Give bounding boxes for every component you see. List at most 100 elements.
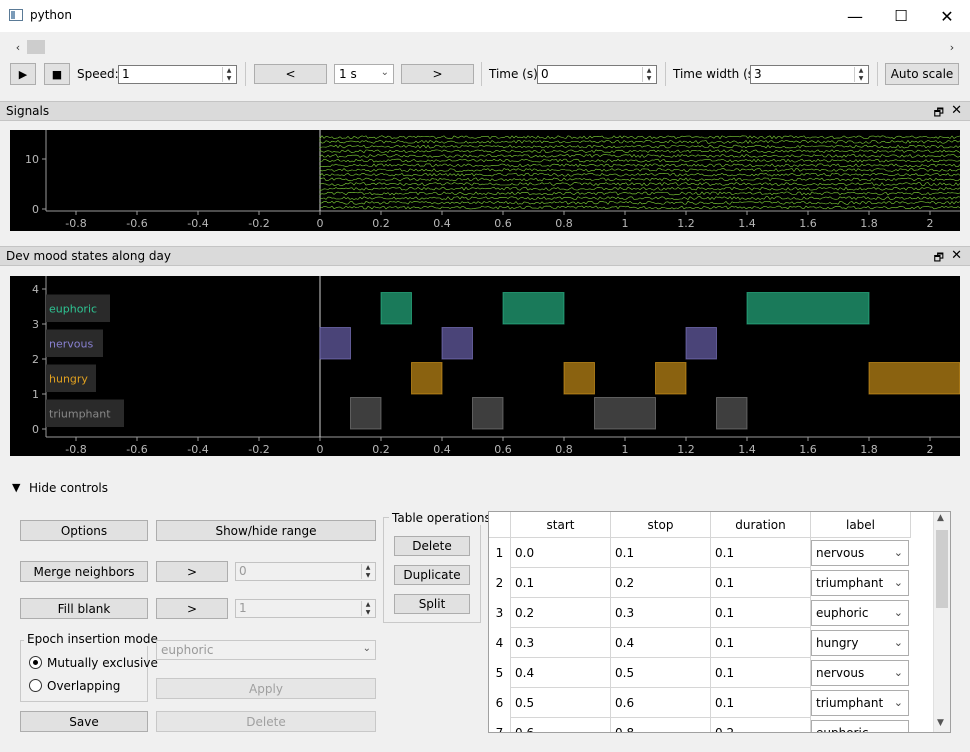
hide-controls-toggle[interactable]: Hide controls: [29, 481, 108, 495]
table-duplicate-button[interactable]: Duplicate: [394, 565, 470, 585]
mutually-exclusive-radio[interactable]: [29, 656, 42, 669]
epoch-bar-nervous[interactable]: [319, 327, 351, 360]
delete-range-button[interactable]: Delete: [156, 711, 376, 732]
row-header[interactable]: 5: [489, 658, 511, 688]
cell-label-select[interactable]: triumphant ⌄: [811, 570, 909, 596]
minimize-button[interactable]: —: [832, 0, 878, 32]
epoch-bar-hungry[interactable]: [563, 362, 595, 395]
cell-start[interactable]: 0.4: [511, 658, 611, 688]
row-header[interactable]: 1: [489, 538, 511, 568]
cell-stop[interactable]: 0.3: [611, 598, 711, 628]
epoch-plot[interactable]: 0 1 2 3 4 -0.8 -0.6 -0.4 -0.2 0 0.2 0.4 0.6 0.8 1 1.2 1.…: [10, 276, 960, 456]
spin-arrows-icon[interactable]: ▲ ▼: [222, 67, 235, 82]
spin-arrows-icon[interactable]: ▲ ▼: [854, 67, 867, 82]
spin-arrows-icon[interactable]: ▲ ▼: [361, 564, 374, 579]
epoch-table[interactable]: start stop duration label 1 0.0 0.1 0.1 nerv…: [488, 511, 951, 733]
row-header[interactable]: 7: [489, 718, 511, 732]
show-hide-range-button[interactable]: Show/hide range: [156, 520, 376, 541]
epoch-bar-nervous[interactable]: [685, 327, 717, 360]
mutually-exclusive-label[interactable]: Mutually exclusive: [47, 656, 158, 670]
cell-duration[interactable]: 0.1: [711, 568, 811, 598]
cell-label-select[interactable]: euphoric ⌄: [811, 720, 909, 732]
table-vertical-scrollbar[interactable]: ▲ ▼: [933, 512, 950, 732]
column-header-duration[interactable]: duration: [711, 512, 811, 538]
cell-label-select[interactable]: triumphant ⌄: [811, 690, 909, 716]
column-header-stop[interactable]: stop: [611, 512, 711, 538]
column-header-label[interactable]: label: [811, 512, 911, 538]
time-scrollbar[interactable]: ‹ ›: [0, 38, 970, 56]
cell-stop[interactable]: 0.8: [611, 718, 711, 732]
cell-stop[interactable]: 0.4: [611, 628, 711, 658]
label-select[interactable]: euphoric ⌄: [156, 640, 376, 660]
column-header-start[interactable]: start: [511, 512, 611, 538]
toggle-arrow-icon[interactable]: ▼: [12, 481, 20, 494]
save-button[interactable]: Save: [20, 711, 148, 732]
fill-apply-button[interactable]: >: [156, 598, 228, 619]
cell-label-select[interactable]: hungry ⌄: [811, 630, 909, 656]
cell-duration[interactable]: 0.2: [711, 718, 811, 732]
epoch-bar-euphoric[interactable]: [746, 292, 870, 325]
epoch-bar-nervous[interactable]: [441, 327, 473, 360]
apply-button[interactable]: Apply: [156, 678, 376, 699]
float-icon[interactable]: 🗗: [934, 104, 944, 123]
row-header[interactable]: 4: [489, 628, 511, 658]
cell-stop[interactable]: 0.1: [611, 538, 711, 568]
cell-duration[interactable]: 0.1: [711, 688, 811, 718]
scroll-down-icon[interactable]: ▼: [937, 718, 944, 728]
auto-scale-button[interactable]: Auto scale: [885, 63, 959, 85]
merge-neighbors-button[interactable]: Merge neighbors: [20, 561, 148, 582]
close-button[interactable]: ✕: [924, 0, 970, 32]
epoch-bar-euphoric[interactable]: [502, 292, 565, 325]
cell-duration[interactable]: 0.1: [711, 598, 811, 628]
scroll-up-icon[interactable]: ▲: [937, 513, 944, 523]
stop-button[interactable]: ■: [44, 63, 70, 85]
options-button[interactable]: Options: [20, 520, 148, 541]
cell-label-select[interactable]: euphoric ⌄: [811, 600, 909, 626]
fill-spinbox[interactable]: 1 ▲ ▼: [235, 599, 376, 618]
cell-stop[interactable]: 0.6: [611, 688, 711, 718]
epoch-bar-triumphant[interactable]: [472, 397, 504, 430]
cell-label-select[interactable]: nervous ⌄: [811, 660, 909, 686]
cell-stop[interactable]: 0.2: [611, 568, 711, 598]
signals-plot[interactable]: 0 10 -0.8 -0.6 -0.4 -0.2 0 0.2 0.4 0.6 0.8 1 1.2 1.4 1…: [10, 130, 960, 231]
scrollbar-thumb[interactable]: [27, 40, 45, 54]
cell-duration[interactable]: 0.1: [711, 628, 811, 658]
step-back-button[interactable]: <: [254, 64, 327, 84]
cell-start[interactable]: 0.0: [511, 538, 611, 568]
row-header[interactable]: 6: [489, 688, 511, 718]
overlapping-label[interactable]: Overlapping: [47, 679, 120, 693]
cell-duration[interactable]: 0.1: [711, 538, 811, 568]
cell-start[interactable]: 0.1: [511, 568, 611, 598]
time-spinbox[interactable]: 0 ▲ ▼: [537, 65, 657, 84]
overlapping-radio[interactable]: [29, 679, 42, 692]
merge-apply-button[interactable]: >: [156, 561, 228, 582]
scrollbar-thumb[interactable]: [936, 530, 948, 608]
cell-stop[interactable]: 0.5: [611, 658, 711, 688]
table-split-button[interactable]: Split: [394, 594, 470, 614]
epoch-bar-triumphant[interactable]: [350, 397, 382, 430]
row-header[interactable]: 3: [489, 598, 511, 628]
maximize-button[interactable]: ☐: [878, 0, 924, 32]
step-size-select[interactable]: 1 s ⌄: [334, 64, 394, 84]
time-width-spinbox[interactable]: 3 ▲ ▼: [750, 65, 869, 84]
float-icon[interactable]: 🗗: [934, 249, 944, 268]
scroll-right-icon[interactable]: ›: [944, 38, 960, 56]
step-forward-button[interactable]: >: [401, 64, 474, 84]
epoch-bar-euphoric[interactable]: [380, 292, 412, 325]
cell-start[interactable]: 0.3: [511, 628, 611, 658]
scroll-left-icon[interactable]: ‹: [10, 38, 26, 56]
speed-spinbox[interactable]: 1 ▲ ▼: [118, 65, 237, 84]
cell-label-select[interactable]: nervous ⌄: [811, 540, 909, 566]
cell-start[interactable]: 0.5: [511, 688, 611, 718]
epoch-bar-hungry[interactable]: [411, 362, 443, 395]
cell-start[interactable]: 0.2: [511, 598, 611, 628]
spin-arrows-icon[interactable]: ▲ ▼: [642, 67, 655, 82]
play-button[interactable]: ▶: [10, 63, 36, 85]
epoch-bar-triumphant[interactable]: [716, 397, 748, 430]
epoch-bar-triumphant[interactable]: [594, 397, 656, 430]
spin-arrows-icon[interactable]: ▲ ▼: [361, 601, 374, 616]
cell-start[interactable]: 0.6: [511, 718, 611, 732]
row-header[interactable]: 2: [489, 568, 511, 598]
table-delete-button[interactable]: Delete: [394, 536, 470, 556]
fill-blank-button[interactable]: Fill blank: [20, 598, 148, 619]
